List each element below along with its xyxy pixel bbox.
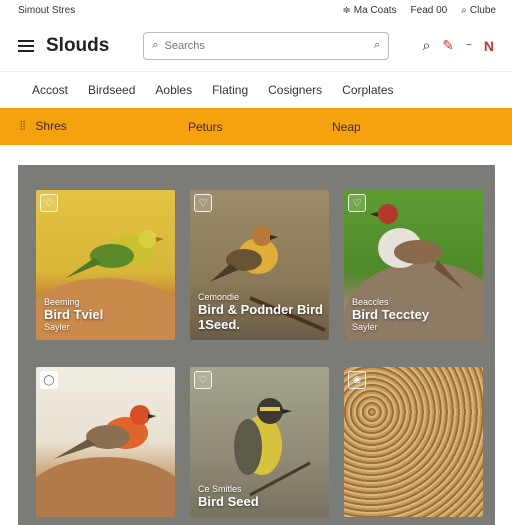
nav-item-aobles[interactable]: Aobles	[155, 83, 192, 97]
search-input[interactable]	[164, 39, 369, 52]
top-link-coats[interactable]: ≑ Ma Coats	[342, 5, 396, 16]
card-title: Bird Seed	[198, 494, 259, 509]
top-links: ≑ Ma Coats Fead 00 ⌕ Clube	[342, 5, 496, 16]
top-link-club[interactable]: ⌕ Clube	[461, 5, 496, 16]
card-text: Cemondie Bird & Podnder Bird 1Seed.	[198, 292, 329, 332]
top-link-feed[interactable]: Fead 00	[411, 5, 448, 16]
brand-icon[interactable]: N	[484, 38, 494, 54]
favorite-icon[interactable]: ♡	[40, 194, 58, 212]
favorite-icon[interactable]: ♡	[194, 371, 212, 389]
card-subtitle: Sayler	[352, 322, 378, 332]
nav-item-flating[interactable]: Flating	[212, 83, 248, 97]
bird-image	[36, 405, 175, 517]
search-submit-icon[interactable]: ⌕	[374, 39, 380, 52]
card-text: Beaccles Bird Tecctey Sayler	[352, 297, 429, 332]
seed-icon[interactable]: ❀	[348, 371, 366, 389]
nav-item-cosigners[interactable]: Cosigners	[268, 83, 322, 97]
card-title: Bird Tviel	[44, 307, 104, 322]
nav-item-accost[interactable]: Accost	[32, 83, 68, 97]
hamburger-menu-icon[interactable]	[18, 39, 34, 52]
search-box[interactable]: ⌕ ⌕	[143, 31, 390, 60]
promo-item-peturs[interactable]: Peturs	[188, 120, 223, 134]
product-card[interactable]: ♡ Beeming Bird Tviel Sayler	[36, 190, 175, 340]
promo-item-neap[interactable]: Neap	[332, 120, 361, 134]
top-utility-bar: Simout Stres ≑ Ma Coats Fead 00 ⌕ Clube	[0, 0, 512, 20]
search-icon: ⌕	[461, 4, 467, 16]
product-card[interactable]: ♡ Beaccles Bird Tecctey Sayler	[344, 190, 483, 340]
card-title: Bird & Podnder Bird 1Seed.	[198, 302, 323, 332]
menu-icon: ≑	[342, 4, 351, 16]
card-text: Beeming Bird Tviel Sayler	[44, 297, 103, 332]
card-subtitle: Sayler	[44, 322, 70, 332]
category-nav: Accost Birdseed Aobles Flating Cosigners…	[0, 72, 512, 108]
promo-item-shres[interactable]: Shres	[35, 119, 66, 134]
card-text: Ce Smitles Bird Seed	[198, 484, 259, 509]
product-card[interactable]: ◯	[36, 367, 175, 517]
nav-item-corplates[interactable]: Corplates	[342, 83, 393, 97]
product-card[interactable]: ❀	[344, 367, 483, 517]
favorite-icon[interactable]: ♡	[194, 194, 212, 212]
card-category: Beaccles	[352, 297, 389, 307]
search-icon: ⌕	[152, 39, 159, 51]
grid-icon: ⦙⦙	[20, 119, 26, 133]
card-title: Bird Tecctey	[352, 307, 430, 322]
product-card[interactable]: ♡ Ce Smitles Bird Seed	[190, 367, 329, 517]
site-logo[interactable]: Slouds	[46, 35, 109, 57]
nav-item-birdseed[interactable]: Birdseed	[88, 83, 135, 97]
card-category: Ce Smitles	[198, 484, 242, 494]
favorite-icon[interactable]: ◯	[40, 371, 58, 389]
card-category: Beeming	[44, 297, 80, 307]
main-header: Slouds ⌕ ⌕ ⌕ ✎ ~ N	[0, 20, 512, 72]
dash-icon: ~	[466, 40, 472, 51]
store-name: Simout Stres	[18, 4, 76, 16]
product-card[interactable]: ♡ Cemondie Bird & Podnder Bird 1Seed.	[190, 190, 329, 340]
search-icon[interactable]: ⌕	[422, 37, 430, 54]
pen-icon[interactable]: ✎	[442, 37, 454, 54]
card-category: Cemondie	[198, 292, 240, 302]
header-icons: ⌕ ✎ ~ N	[422, 37, 494, 54]
favorite-icon[interactable]: ♡	[348, 194, 366, 212]
promo-bar: ⦙⦙ Shres Peturs Neap	[0, 108, 512, 145]
